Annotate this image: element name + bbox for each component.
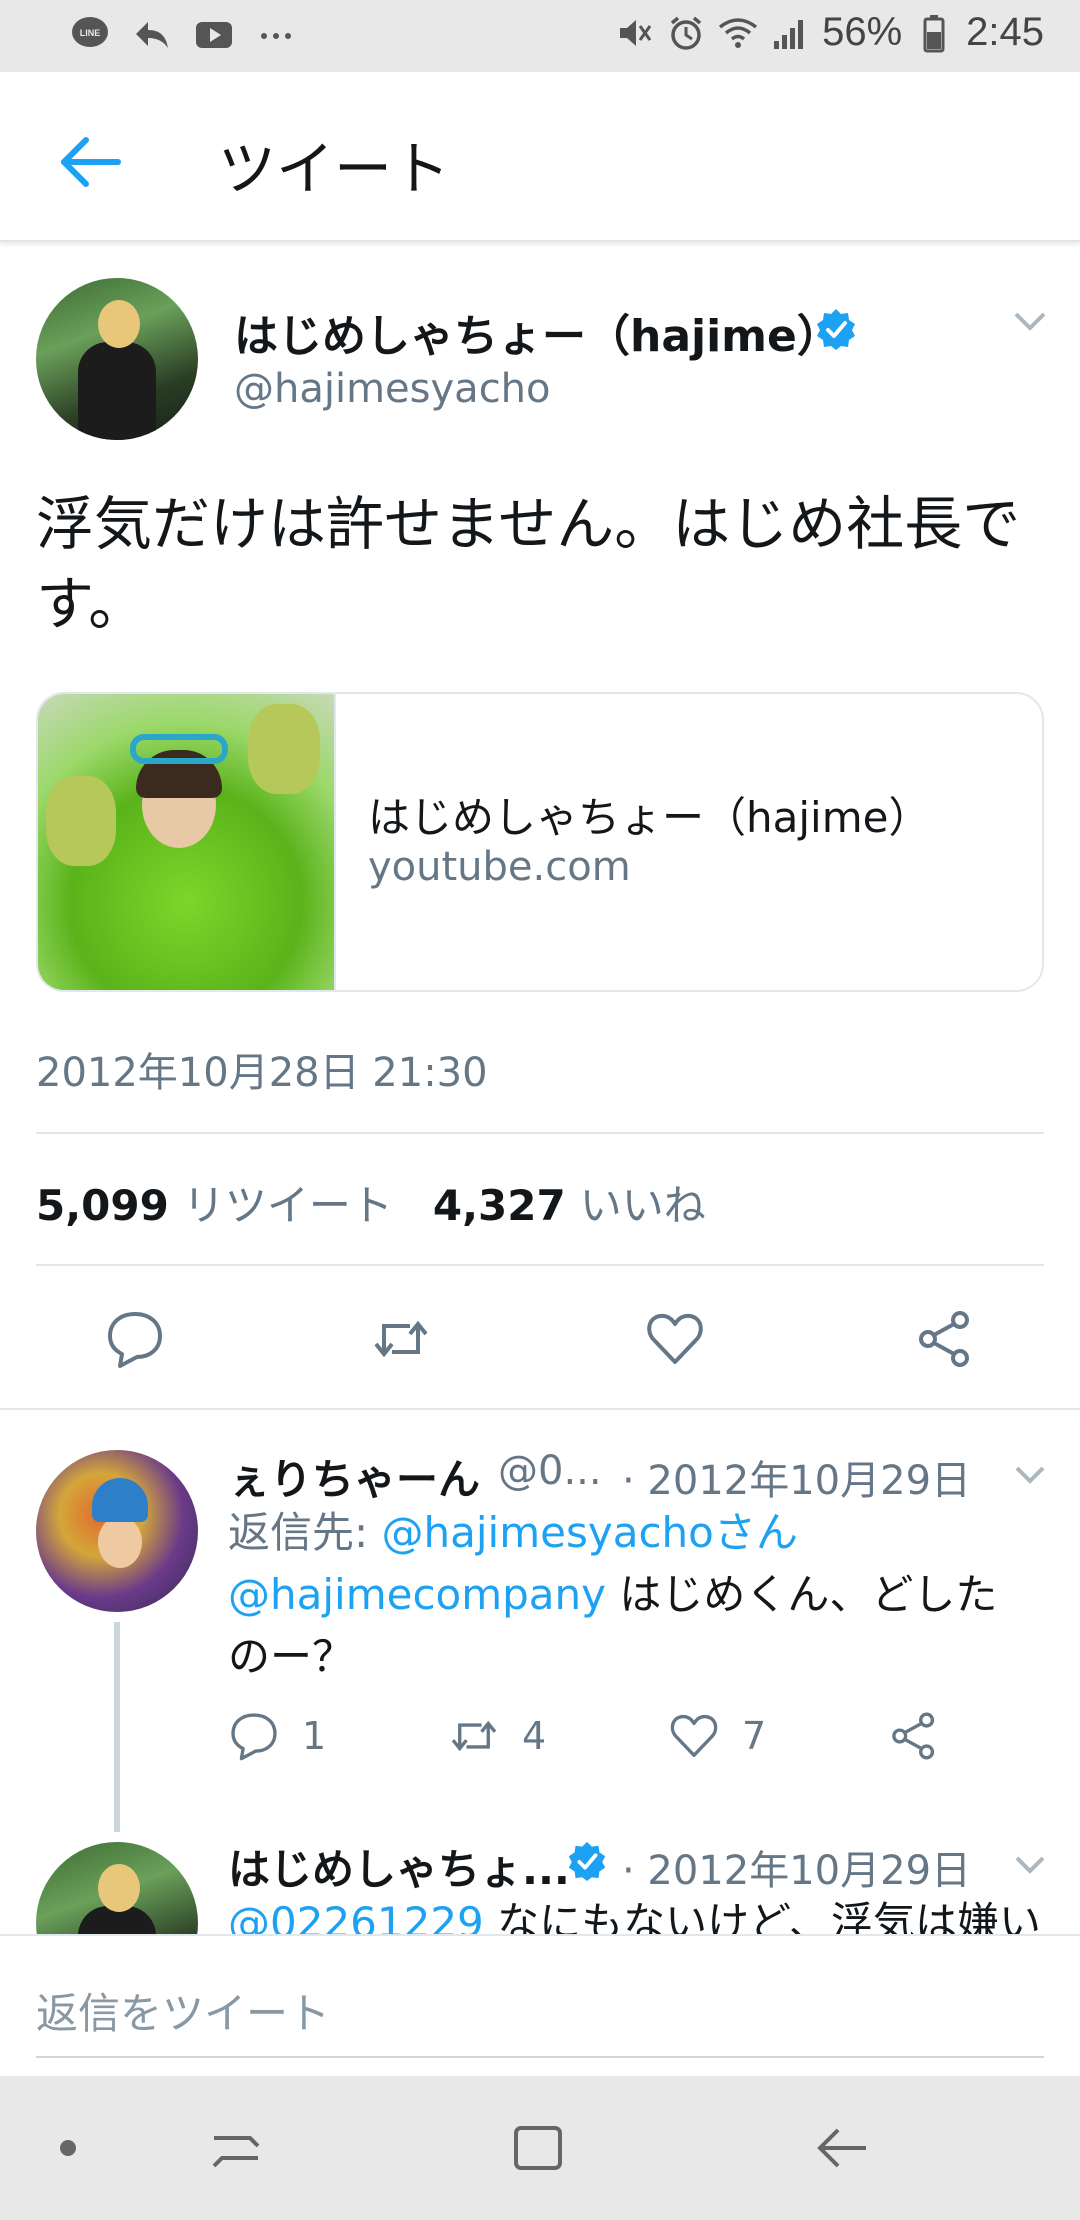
- thread-line: [114, 1622, 120, 1832]
- share-button[interactable]: [888, 1710, 940, 1762]
- card-title: はじめしゃちょー（hajime）: [368, 793, 931, 842]
- share-icon: [892, 1712, 935, 1760]
- reply-timestamp: · 2012年10月29日: [622, 1848, 972, 1894]
- like-count[interactable]: 4,327: [433, 1181, 566, 1230]
- clock: 2:45: [966, 10, 1044, 54]
- mention-link[interactable]: @hajimecompany: [228, 1570, 606, 1619]
- comment-icon: [231, 1713, 277, 1761]
- heart-icon: [647, 1313, 703, 1364]
- comment-icon: [108, 1312, 162, 1368]
- author-handle[interactable]: @hajimesyacho: [234, 366, 551, 412]
- mute-icon: [614, 13, 654, 53]
- back-button[interactable]: [52, 122, 132, 202]
- like-button[interactable]: 7: [668, 1710, 766, 1762]
- reply-icon: [132, 14, 172, 54]
- like-count: 7: [742, 1714, 767, 1758]
- reply-compose-input[interactable]: 返信をツイート: [36, 1980, 330, 2041]
- wifi-icon: [718, 13, 758, 53]
- tweet-stats: 5,099 リツイート 4,327 いいね: [36, 1172, 746, 1233]
- reply-to-label: 返信先:: [228, 1508, 382, 1557]
- status-bar: LINE 56% 2:45: [0, 0, 1080, 72]
- chevron-down-icon[interactable]: [1010, 306, 1050, 336]
- battery-icon: [914, 13, 954, 53]
- notification-icons: LINE: [70, 14, 296, 54]
- retweet-count: 4: [522, 1714, 547, 1758]
- page-title: ツイート: [218, 135, 451, 203]
- reply-count: 1: [302, 1714, 327, 1758]
- reply-author-handle[interactable]: @0...: [498, 1448, 602, 1494]
- verified-badge-icon: [568, 1841, 606, 1882]
- retweet-label[interactable]: リツイート: [183, 1172, 393, 1233]
- divider: [36, 1132, 1044, 1134]
- reply-author-name[interactable]: ぇりちゃーん: [228, 1446, 480, 1507]
- recent-apps-icon[interactable]: [206, 2118, 266, 2178]
- home-icon[interactable]: [508, 2118, 568, 2178]
- tweet-text: 浮気だけは許せません。はじめ社長です。: [36, 490, 1021, 638]
- card-domain: youtube.com: [368, 844, 631, 890]
- more-dots-icon: [256, 14, 296, 54]
- battery-percent: 56%: [822, 10, 903, 54]
- retweet-button[interactable]: 4: [448, 1710, 546, 1762]
- divider: [0, 1408, 1080, 1410]
- divider: [36, 1264, 1044, 1266]
- svg-text:LINE: LINE: [80, 28, 101, 38]
- chevron-down-icon[interactable]: [1012, 1852, 1048, 1878]
- tweet-actions: [0, 1300, 1080, 1376]
- retweet-icon: [374, 1320, 428, 1358]
- retweet-count[interactable]: 5,099: [36, 1181, 169, 1230]
- reply-to-link[interactable]: @hajimesyachoさん: [382, 1508, 798, 1557]
- reply-author-name[interactable]: はじめしゃちょ...: [228, 1836, 570, 1897]
- author-avatar[interactable]: [36, 278, 198, 440]
- card-thumbnail: [38, 694, 336, 990]
- like-button[interactable]: [644, 1308, 706, 1370]
- youtube-icon: [194, 14, 234, 54]
- line-icon: LINE: [70, 14, 110, 54]
- chevron-down-icon[interactable]: [1012, 1462, 1048, 1488]
- tweet-timestamp: 2012年10月28日 21:30: [36, 1050, 488, 1096]
- compose-bar: 返信をツイート: [0, 1934, 1080, 2076]
- reply-button[interactable]: [104, 1308, 166, 1370]
- reply-avatar[interactable]: [36, 1450, 198, 1612]
- reply-body: 返信先: @hajimesyachoさん @hajimecompany はじめく…: [228, 1502, 1008, 1688]
- share-icon: [919, 1311, 969, 1367]
- link-card[interactable]: はじめしゃちょー（hajime） youtube.com: [36, 692, 1044, 992]
- author-name[interactable]: はじめしゃちょー（hajime）: [234, 300, 841, 364]
- dot-icon[interactable]: [38, 2118, 98, 2178]
- back-nav-icon[interactable]: [812, 2118, 872, 2178]
- retweet-button[interactable]: [370, 1308, 432, 1370]
- system-status: 56% 2:45: [614, 10, 1044, 55]
- reply-button[interactable]: 1: [228, 1710, 326, 1762]
- alarm-icon: [666, 13, 706, 53]
- like-label[interactable]: いいね: [580, 1172, 706, 1233]
- share-button[interactable]: [914, 1308, 976, 1370]
- system-nav-bar: [0, 2076, 1080, 2220]
- verified-badge-icon: [817, 309, 855, 350]
- arrow-left-icon: [61, 137, 121, 187]
- compose-underline: [36, 2056, 1044, 2058]
- heart-icon: [670, 1714, 718, 1757]
- reply-timestamp: · 2012年10月29日: [622, 1458, 972, 1504]
- signal-icon: [770, 13, 810, 53]
- reply-actions: 1 4 7: [228, 1710, 968, 1770]
- retweet-icon: [451, 1720, 497, 1752]
- app-header: ツイート: [0, 72, 1080, 242]
